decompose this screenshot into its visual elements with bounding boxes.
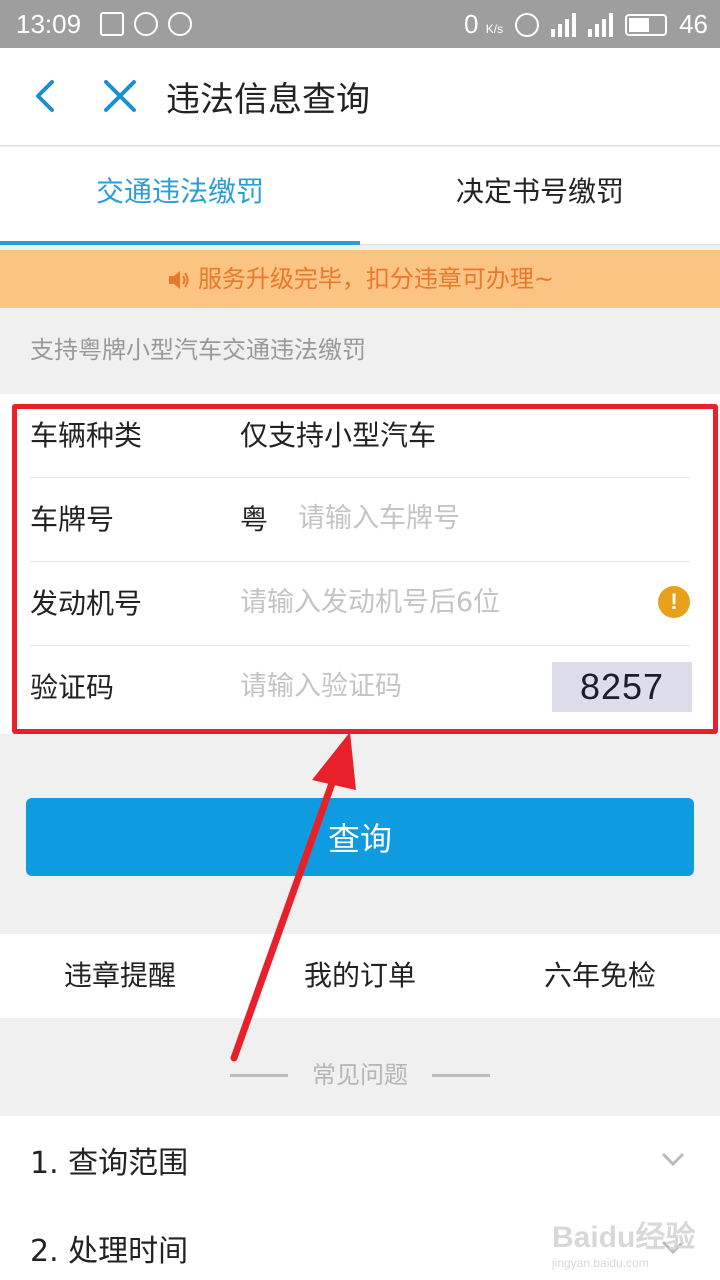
tab-bar: 交通违法缴罚 决定书号缴罚 [0,147,720,245]
violation-reminder-link[interactable]: 违章提醒 [0,934,240,1018]
engine-row: 发动机号 ! [30,562,690,646]
back-icon[interactable] [26,76,66,116]
six-year-exemption-link[interactable]: 六年免检 [480,934,720,1018]
status-right: 0 K/s 46 [464,9,708,40]
speaker-icon [168,271,189,289]
status-bar: 13:09 0 K/s 46 [0,0,720,48]
captcha-input[interactable] [240,660,540,712]
faq-title: 常见问题 [312,1061,408,1089]
info-warning-icon[interactable]: ! [658,586,690,618]
timer-icon [168,12,192,36]
page-title: 违法信息查询 [166,80,370,120]
captcha-row: 验证码 8257 [30,646,692,730]
vehicle-type-value: 仅支持小型汽车 [240,419,437,452]
captcha-label: 验证码 [30,671,115,704]
notice-text: 服务升级完毕，扣分违章可办理~ [197,265,555,293]
chevron-down-icon [661,1152,685,1167]
plate-input[interactable] [298,492,678,544]
baidu-jingyan-watermark: Baidu经验 jingyan.baidu.com [552,1221,696,1270]
data-saver-icon [134,12,158,36]
quick-links: 违章提醒 我的订单 六年免检 [0,934,720,1018]
image-notification-icon [100,12,124,36]
divider [432,1074,490,1077]
tab-decision-number-payment[interactable]: 决定书号缴罚 [360,147,720,245]
query-form: 车辆种类 仅支持小型汽车 车牌号 粤 发动机号 ! 验证码 8257 [0,394,720,734]
faq-question: 1. 查询范围 [30,1146,189,1181]
nav-bar: 违法信息查询 [0,48,720,146]
query-button[interactable]: 查询 [26,798,694,876]
support-tip: 支持粤牌小型汽车交通违法缴罚 [30,336,366,364]
status-time: 13:09 [16,9,82,39]
notice-banner: 服务升级完毕，扣分违章可办理~ [0,250,720,308]
faq-question: 2. 处理时间 [30,1234,189,1269]
engine-label: 发动机号 [30,587,143,620]
plate-province-prefix[interactable]: 粤 [240,498,268,538]
engine-number-input[interactable] [240,576,640,628]
alarm-icon [515,12,540,37]
signal-icon [551,12,577,37]
faq-heading: 常见问题 [0,1052,720,1098]
vehicle-type-row[interactable]: 车辆种类 仅支持小型汽车 [30,394,690,478]
captcha-image[interactable]: 8257 [552,662,692,712]
net-speed: 0 K/s [464,9,504,39]
battery-level: 46 [679,9,708,39]
status-notification-icons [100,12,192,36]
plate-row: 车牌号 粤 [30,478,690,562]
divider [230,1074,288,1077]
close-icon[interactable] [100,76,140,116]
signal-4g-icon [588,12,614,37]
plate-label: 车牌号 [30,503,115,536]
battery-icon [625,13,668,36]
my-orders-link[interactable]: 我的订单 [240,934,480,1018]
tab-traffic-violation-payment[interactable]: 交通违法缴罚 [0,147,360,245]
faq-item-query-scope[interactable]: 1. 查询范围 [0,1116,720,1204]
vehicle-type-label: 车辆种类 [30,419,143,452]
